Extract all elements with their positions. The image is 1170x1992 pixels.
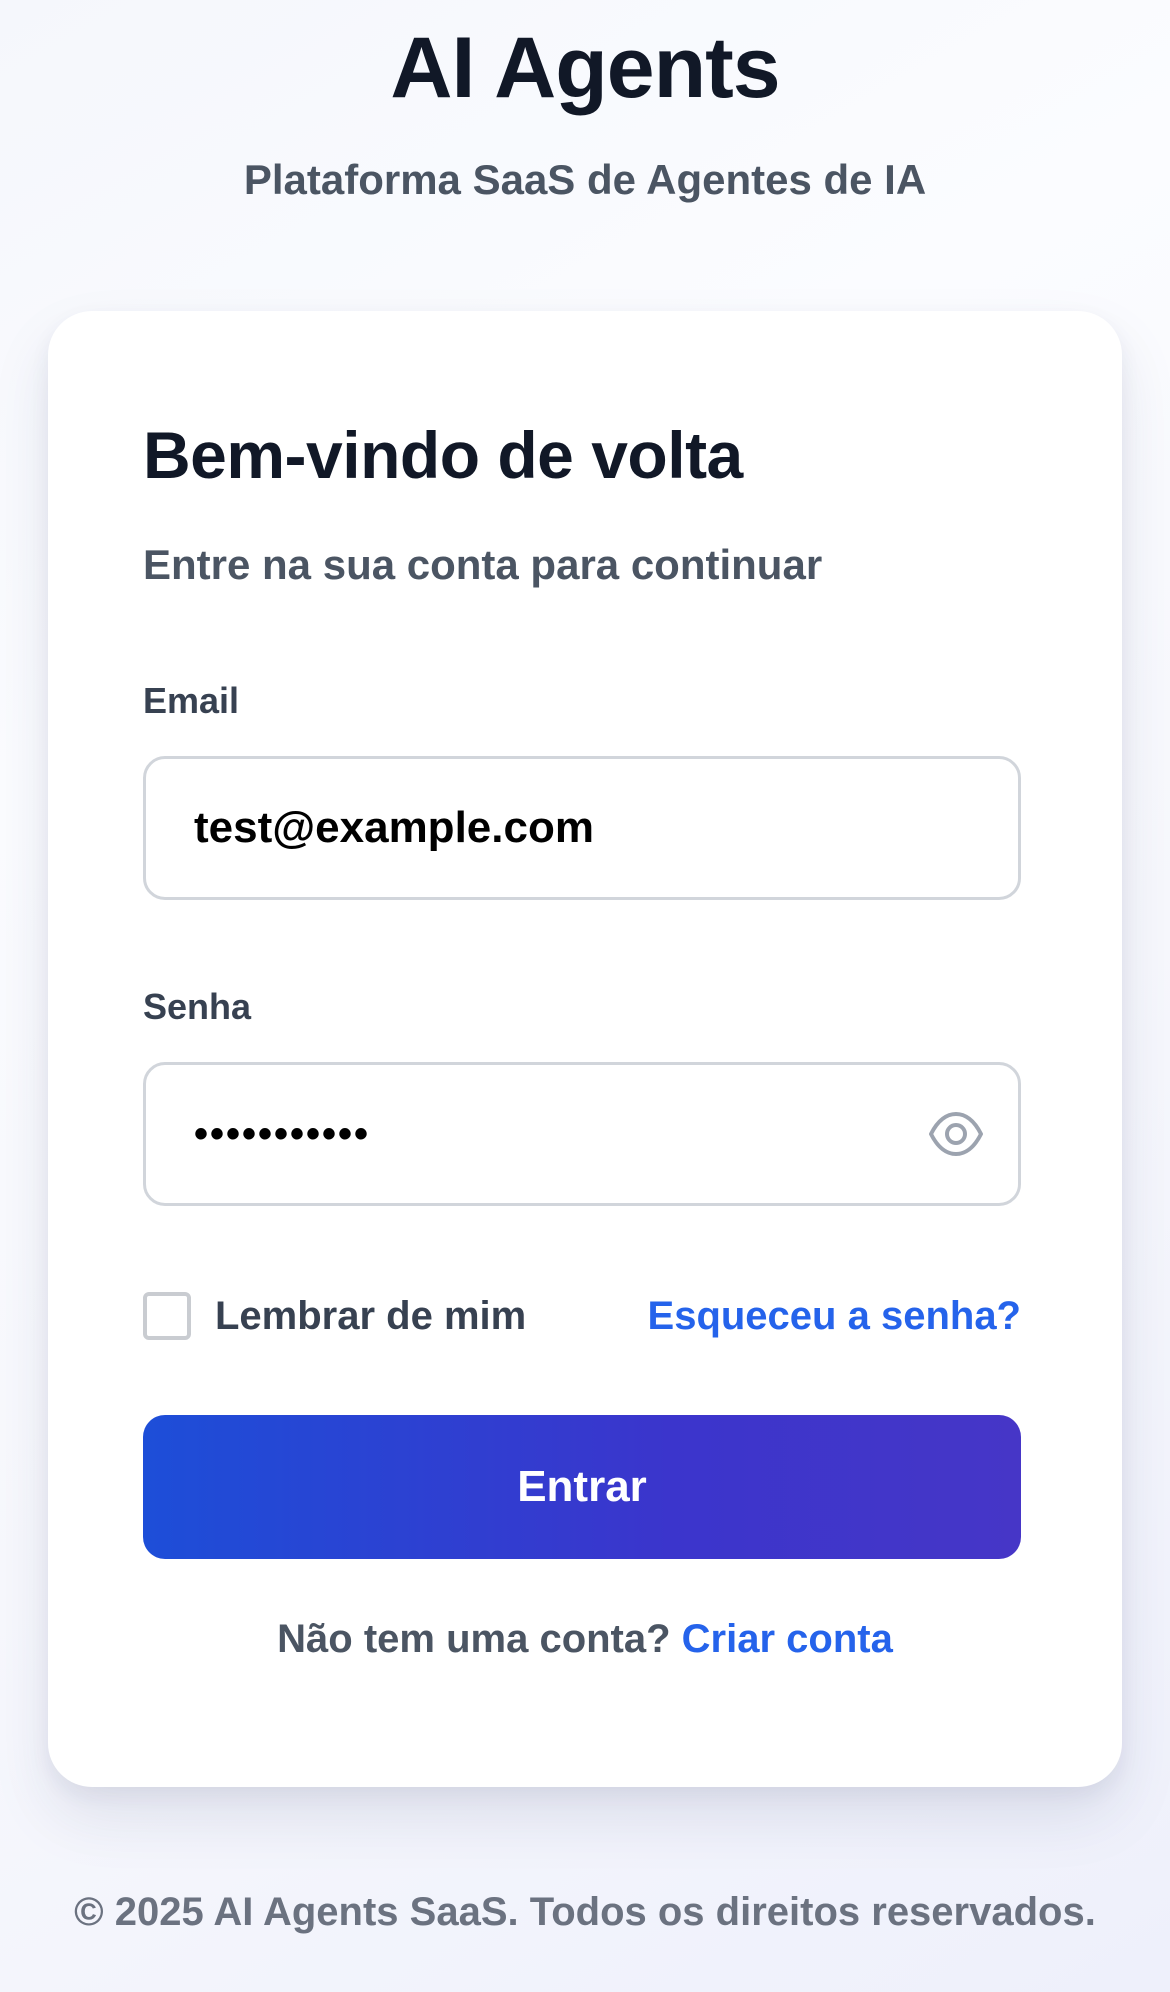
login-heading: Bem-vindo de volta [143,418,743,492]
login-subheading: Entre na sua conta para continuar [143,541,823,588]
login-card: Bem-vindo de volta Entre na sua conta pa… [48,311,1122,1787]
email-label: Email [143,680,240,721]
signup-prompt: Não tem uma conta? [277,1617,682,1661]
forgot-password-link[interactable]: Esqueceu a senha? [648,1288,1021,1344]
email-field[interactable]: test@example.com [143,756,1021,900]
email-value: test@example.com [194,803,594,852]
remember-me-label[interactable]: Lembrar de mim [215,1288,526,1344]
password-label: Senha [143,986,252,1027]
login-button[interactable]: Entrar [143,1415,1021,1559]
password-value: ••••••••••• [194,1112,371,1156]
remember-row: Lembrar de mim Esqueceu a senha? [143,1288,1021,1344]
app-subtitle: Plataforma SaaS de Agentes de IA [243,156,927,203]
footer-copyright: © 2025 AI Agents SaaS. Todos os direitos… [74,1890,1096,1934]
password-field[interactable]: ••••••••••• [143,1062,1021,1206]
create-account-link[interactable]: Criar conta [682,1617,893,1661]
remember-me-checkbox[interactable] [143,1292,191,1340]
signup-row: Não tem uma conta? Criar conta [48,1611,1122,1667]
app-title: AI Agents [390,20,780,116]
eye-icon[interactable] [928,1108,984,1160]
